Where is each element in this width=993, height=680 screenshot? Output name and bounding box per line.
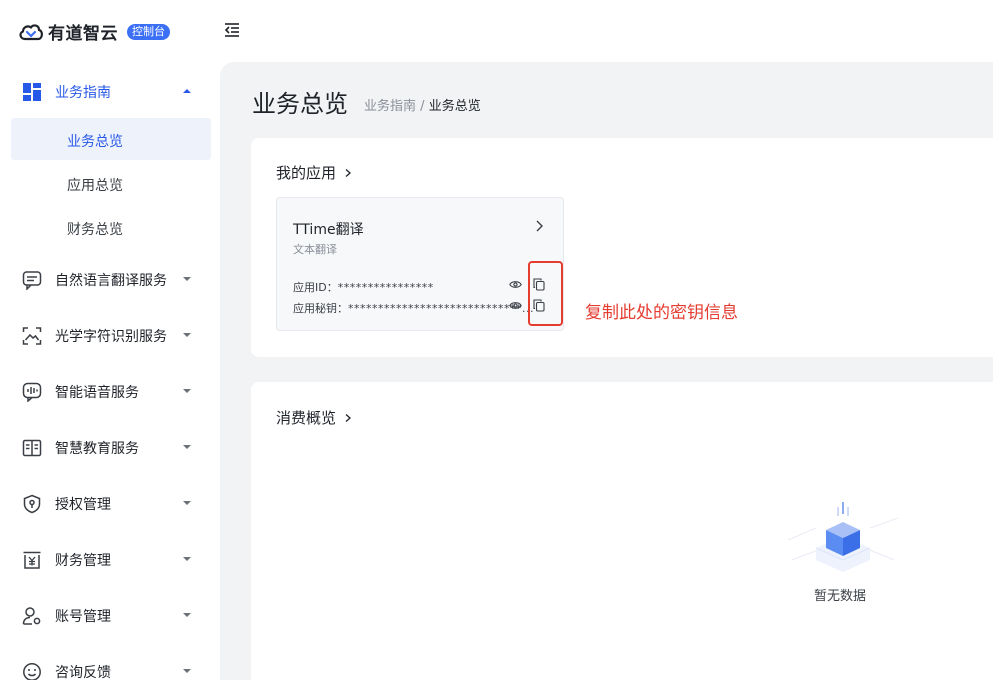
app-type: 文本翻译: [293, 243, 337, 256]
caret-down-icon: [183, 501, 191, 505]
sidebar-group-label: 光学字符识别服务: [55, 329, 167, 345]
sidebar-item-label: 应用总览: [67, 178, 123, 194]
sidebar-group-label: 授权管理: [55, 497, 111, 513]
sidebar-group-label: 财务管理: [55, 553, 111, 569]
caret-down-icon: [183, 557, 191, 561]
copy-annotation-text: 复制此处的密钥信息: [585, 303, 738, 323]
eye-icon[interactable]: [509, 301, 522, 310]
sidebar-group-education[interactable]: 智慧教育服务: [0, 427, 220, 467]
chevron-right-icon: [345, 168, 352, 177]
app-id-row: 应用ID：****************: [293, 279, 434, 295]
caret-down-icon: [183, 333, 191, 337]
sidebar-group-label: 咨询反馈: [55, 665, 111, 680]
menu-collapse-icon[interactable]: [223, 21, 241, 39]
sidebar-group-authorization[interactable]: 授权管理: [0, 483, 220, 523]
breadcrumb-current: 业务总览: [428, 99, 481, 114]
console-badge: 控制台: [127, 23, 170, 40]
shield-key-icon: [23, 494, 41, 514]
brand-logo[interactable]: 有道智云 控制台: [18, 19, 170, 44]
page-title: 业务总览: [252, 90, 348, 118]
sidebar-group-label: 智能语音服务: [55, 385, 139, 401]
brand-name: 有道智云: [48, 24, 118, 44]
sidebar-item-label: 财务总览: [67, 222, 123, 238]
sidebar-group-label: 智慧教育服务: [55, 441, 139, 457]
scan-image-icon: [22, 327, 42, 345]
main-content: 业务总览 业务指南 / 业务总览 我的应用 TTime翻译 文本翻译 应用ID：…: [220, 62, 993, 680]
app-name: TTime翻译: [293, 222, 364, 238]
sidebar-group-ocr[interactable]: 光学字符识别服务: [0, 315, 220, 355]
sidebar-group-account[interactable]: 账号管理: [0, 595, 220, 635]
sidebar-group-label: 账号管理: [55, 609, 111, 625]
chevron-right-icon: [345, 413, 352, 422]
education-book-icon: [22, 439, 42, 457]
sidebar-item-finance-overview[interactable]: 财务总览: [11, 206, 211, 248]
app-secret-value: *****************************...: [348, 302, 534, 315]
caret-down-icon: [183, 277, 191, 281]
empty-box-icon: [788, 502, 898, 572]
sidebar: 业务指南 业务总览 应用总览 财务总览 自然语言翻译服务 光学字符识别服务 智能…: [0, 62, 220, 680]
voice-wave-icon: [22, 382, 42, 402]
sidebar-item-business-overview[interactable]: 业务总览: [11, 118, 211, 160]
my-apps-title: 我的应用: [276, 164, 337, 182]
breadcrumb-separator: /: [420, 99, 425, 114]
yuan-receipt-icon: [23, 551, 41, 569]
app-id-value: ****************: [337, 281, 434, 294]
chat-translate-icon: [22, 271, 42, 290]
cloud-logo-icon: [19, 23, 43, 40]
sidebar-group-finance[interactable]: 财务管理: [0, 539, 220, 579]
sidebar-item-app-overview[interactable]: 应用总览: [11, 162, 211, 204]
chevron-right-icon[interactable]: [535, 220, 544, 232]
consumption-title: 消费概览: [276, 409, 337, 427]
copy-highlight-box: [528, 261, 563, 326]
caret-down-icon: [183, 613, 191, 617]
my-apps-card: 我的应用 TTime翻译 文本翻译 应用ID：**************** …: [251, 138, 993, 357]
sidebar-group-guide[interactable]: 业务指南: [0, 71, 220, 111]
sidebar-group-label: 自然语言翻译服务: [55, 273, 167, 289]
caret-down-icon: [183, 445, 191, 449]
caret-up-icon: [183, 89, 191, 93]
sidebar-group-label: 业务指南: [55, 85, 111, 101]
caret-down-icon: [183, 389, 191, 393]
user-settings-icon: [22, 607, 41, 625]
app-id-label: 应用ID：: [293, 281, 338, 294]
breadcrumb-parent-link[interactable]: 业务指南: [364, 99, 416, 114]
my-apps-title-link[interactable]: 我的应用: [276, 162, 352, 183]
breadcrumb: 业务指南 / 业务总览: [364, 95, 481, 114]
app-secret-label: 应用秘钥：: [293, 302, 348, 315]
sidebar-group-nlp-translation[interactable]: 自然语言翻译服务: [0, 259, 220, 299]
sidebar-group-voice[interactable]: 智能语音服务: [0, 371, 220, 411]
dashboard-grid-icon: [23, 83, 41, 101]
app-card-ttime[interactable]: TTime翻译 文本翻译 应用ID：**************** 应用秘钥：…: [276, 197, 564, 331]
consumption-title-link[interactable]: 消费概览: [276, 407, 352, 428]
smile-feedback-icon: [23, 663, 41, 680]
caret-down-icon: [183, 669, 191, 673]
sidebar-group-feedback[interactable]: 咨询反馈: [0, 651, 220, 680]
empty-state-text: 暂无数据: [814, 589, 867, 604]
eye-icon[interactable]: [509, 280, 522, 289]
top-bar: 有道智云 控制台: [0, 0, 993, 62]
sidebar-item-label: 业务总览: [67, 134, 123, 150]
app-secret-row: 应用秘钥：*****************************...: [293, 300, 534, 316]
